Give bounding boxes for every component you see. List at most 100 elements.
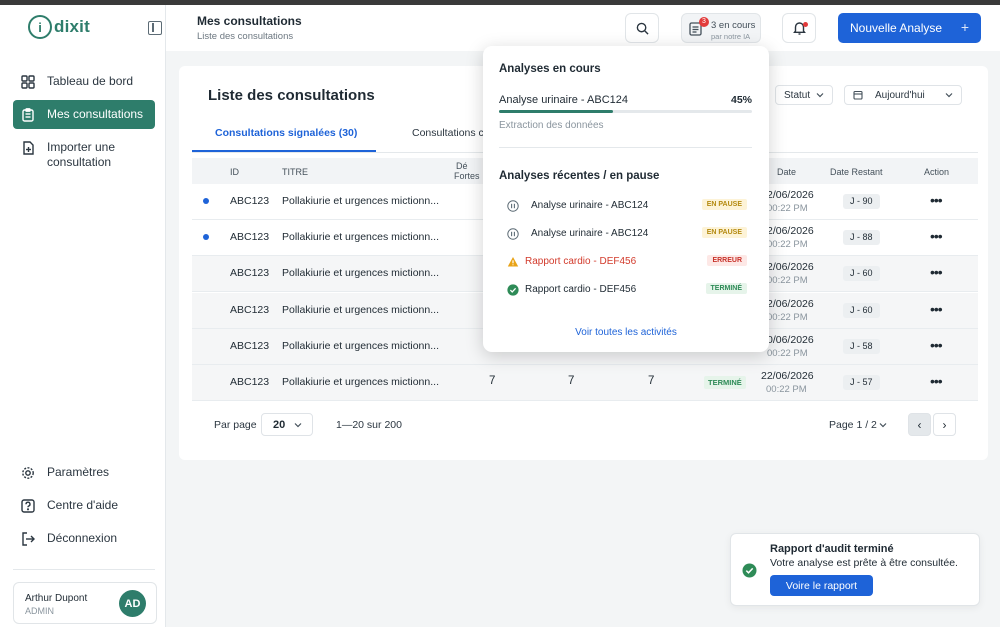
sidebar-item-parametres[interactable]: Paramètres: [13, 458, 155, 487]
clipboard-icon: [22, 108, 34, 122]
ai-status-label: 3 en cours: [711, 20, 756, 31]
toast-title: Rapport d'audit terminé: [770, 543, 894, 555]
notifications-button[interactable]: [782, 13, 816, 43]
toast-notification: Rapport d'audit terminé Votre analyse es…: [730, 533, 980, 606]
page-title: Mes consultations: [197, 14, 302, 28]
notification-dot: [803, 22, 808, 27]
row-time: 00:22 PM: [767, 275, 808, 286]
new-analysis-label: Nouvelle Analyse: [850, 21, 943, 35]
logo[interactable]: i dixit: [28, 15, 90, 39]
sidebar-item-mes-consultations[interactable]: Mes consultations: [13, 100, 155, 129]
column-action: Action: [924, 167, 950, 177]
sidebar-item-deconnexion[interactable]: Déconnexion: [13, 524, 155, 553]
more-actions-icon[interactable]: •••: [930, 373, 943, 389]
more-actions-icon[interactable]: •••: [930, 228, 943, 244]
user-role: ADMIN: [25, 606, 54, 616]
row-title: Pollakiurie et urgences mictionn...: [282, 376, 439, 388]
warning-icon: [507, 257, 519, 267]
activity-name: Rapport cardio - DEF456: [525, 256, 637, 267]
sidebar-item-importer[interactable]: Importer une consultation: [13, 133, 155, 177]
row-date: 2/06/2026: [767, 225, 814, 237]
ai-count-badge: 3: [699, 17, 709, 27]
row-time: 00:22 PM: [767, 239, 808, 250]
row-time: 00:22 PM: [767, 348, 808, 359]
sidebar-item-centre-aide[interactable]: Centre d'aide: [13, 491, 155, 520]
more-actions-icon[interactable]: •••: [930, 337, 943, 353]
header: Mes consultations Liste des consultation…: [166, 5, 1000, 51]
chevron-down-icon: [945, 93, 953, 98]
activity-item[interactable]: Rapport cardio - DEF456 TERMINÉ: [507, 282, 749, 298]
more-actions-icon[interactable]: •••: [930, 192, 943, 208]
unread-dot: [203, 198, 209, 204]
grid-icon: [21, 75, 35, 89]
date-filter[interactable]: Aujourd'hui: [844, 85, 962, 105]
file-upload-icon: [23, 141, 34, 155]
status-filter-label: Statut: [784, 89, 811, 101]
sidebar-item-label: Tableau de bord: [47, 74, 134, 88]
page-indicator[interactable]: Page 1 / 2: [829, 419, 877, 431]
tab-signalees[interactable]: Consultations signalées (30): [215, 127, 357, 139]
sidebar-item-tableau-de-bord[interactable]: Tableau de bord: [13, 67, 155, 96]
pagination-range: 1—20 sur 200: [336, 419, 402, 431]
toast-message: Votre analyse est prête à être consultée…: [770, 557, 958, 569]
sidebar-bottom-nav: Paramètres Centre d'aide Déconnexion: [13, 458, 155, 557]
progress-bar: [499, 110, 752, 113]
current-analysis-name: Analyse urinaire - ABC124: [499, 94, 629, 106]
activity-item[interactable]: Analyse urinaire - ABC124 EN PAUSE: [505, 226, 747, 242]
row-date: 0/06/2026: [767, 334, 814, 346]
previous-page-button[interactable]: ‹: [908, 413, 931, 436]
row-date: 2/06/2026: [767, 261, 814, 273]
chevron-down-icon: [294, 423, 302, 428]
row-time: 00:22 PM: [767, 312, 808, 323]
view-report-button[interactable]: Voire le rapport: [770, 575, 873, 596]
user-card[interactable]: Arthur Dupont ADMIN AD: [13, 582, 157, 624]
per-page-select[interactable]: 20: [261, 413, 313, 436]
next-page-button[interactable]: ›: [933, 413, 956, 436]
sidebar-nav: Tableau de bord Mes consultations Import…: [13, 67, 155, 181]
check-circle-icon: [742, 563, 757, 578]
row-id: ABC123: [230, 376, 270, 388]
help-icon: [21, 499, 35, 513]
activity-item[interactable]: Analyse urinaire - ABC124 EN PAUSE: [505, 198, 747, 214]
tab-consultations[interactable]: Consultations c: [412, 127, 484, 139]
chevron-down-icon[interactable]: [879, 422, 887, 428]
status-badge: TERMINÉ: [705, 283, 747, 294]
see-all-activities-link[interactable]: Voir toutes les activités: [483, 327, 769, 338]
status-filter[interactable]: Statut: [775, 85, 834, 105]
ai-activity-button[interactable]: 3 3 en cours par notre IA: [681, 13, 761, 43]
date-restant-badge: J - 88: [843, 230, 880, 245]
date-restant-badge: J - 60: [843, 303, 880, 318]
sidebar-toggle-icon[interactable]: [148, 21, 162, 35]
progress-fill: [499, 110, 613, 113]
row-date: 2/06/2026: [767, 189, 814, 201]
logout-icon: [22, 532, 35, 546]
gear-icon: [22, 467, 34, 479]
search-button[interactable]: [625, 13, 659, 43]
row-value: 7: [648, 375, 655, 387]
plus-icon: +: [960, 19, 969, 35]
date-restant-badge: J - 60: [843, 266, 880, 281]
sidebar-item-label: Importer une consultation: [47, 140, 116, 169]
row-time: 00:22 PM: [766, 384, 807, 395]
unread-dot: [203, 234, 209, 240]
row-id: ABC123: [230, 267, 270, 279]
status-badge: TERMINÉ: [704, 376, 746, 389]
current-analysis-step: Extraction des données: [499, 120, 604, 131]
table-row[interactable]: ABC123 Pollakiurie et urgences mictionn..…: [192, 365, 978, 401]
status-badge: EN PAUSE: [701, 199, 747, 210]
avatar[interactable]: AD: [119, 590, 146, 617]
more-actions-icon[interactable]: •••: [930, 301, 943, 317]
ai-status-sublabel: par notre IA: [711, 32, 751, 41]
logo-mark: i: [28, 15, 52, 39]
row-id: ABC123: [230, 231, 270, 243]
sidebar-item-label: Déconnexion: [47, 531, 118, 545]
column-fortes-top: Dé: [456, 161, 468, 171]
pause-icon: [507, 200, 519, 212]
column-date: Date: [777, 167, 797, 177]
new-analysis-button[interactable]: Nouvelle Analyse +: [838, 13, 981, 43]
more-actions-icon[interactable]: •••: [930, 264, 943, 280]
sidebar-item-label: Paramètres: [47, 465, 110, 479]
activity-item[interactable]: Rapport cardio - DEF456 ERREUR: [507, 254, 749, 270]
recent-heading: Analyses récentes / en pause: [499, 170, 660, 182]
status-badge: ERREUR: [707, 255, 747, 266]
